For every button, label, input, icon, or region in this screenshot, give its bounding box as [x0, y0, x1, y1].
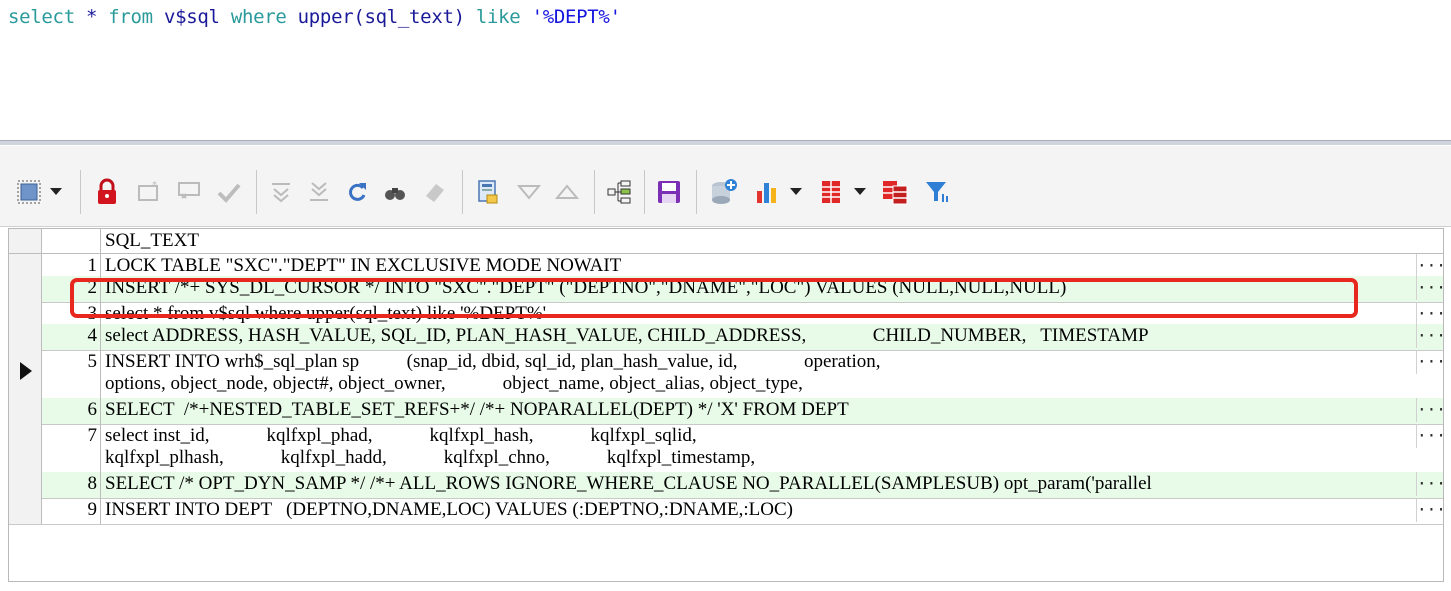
table-row[interactable]: 6 SELECT /*+NESTED_TABLE_SET_REFS+*/ /*+ …: [9, 398, 1443, 425]
sql-text-line: options, object_node, object#, object_ow…: [105, 373, 803, 394]
svg-text:*: *: [152, 180, 157, 191]
sql-text-cell[interactable]: SELECT /* OPT_DYN_SAMP */ /*+ ALL_ROWS I…: [105, 472, 1415, 498]
grid-red-icon[interactable]: [814, 176, 848, 208]
row-gutter[interactable]: [9, 472, 42, 498]
refresh-icon[interactable]: [340, 176, 374, 208]
down-first-icon[interactable]: [264, 176, 298, 208]
dropdown-arrow-icon[interactable]: [46, 176, 66, 208]
dropdown-arrow-icon[interactable]: [786, 176, 806, 208]
header-gutter: [9, 229, 42, 253]
header-rownum: [41, 229, 101, 253]
table-row[interactable]: 5 INSERT INTO wrh$_sql_plan sp (snap_id, …: [9, 350, 1443, 399]
sql-text-cell[interactable]: LOCK TABLE "SXC"."DEPT" IN EXCLUSIVE MOD…: [105, 254, 1415, 276]
table-row[interactable]: 4 select ADDRESS, HASH_VALUE, SQL_ID, PLA…: [9, 324, 1443, 351]
highlight-box: [70, 278, 1358, 318]
row-number: 1: [41, 254, 101, 276]
sql-text-line: SELECT /*+NESTED_TABLE_SET_REFS+*/ /*+ N…: [105, 399, 849, 420]
down-last-icon[interactable]: [302, 176, 336, 208]
row-gutter[interactable]: [9, 324, 42, 350]
new-record-icon[interactable]: *: [132, 176, 166, 208]
column-header-sql-text[interactable]: SQL_TEXT: [105, 229, 1415, 253]
row-gutter[interactable]: [9, 254, 42, 276]
sql-text-line: LOCK TABLE "SXC"."DEPT" IN EXCLUSIVE MOD…: [105, 255, 622, 276]
eraser-icon[interactable]: [418, 176, 452, 208]
row-gutter[interactable]: [9, 424, 42, 472]
expand-cell-button[interactable]: ···: [1416, 324, 1443, 348]
table-row[interactable]: 8 SELECT /* OPT_DYN_SAMP */ /*+ ALL_ROWS …: [9, 472, 1443, 499]
sql-star: *: [74, 6, 109, 28]
bar-chart-icon[interactable]: [750, 176, 784, 208]
filter-icon[interactable]: [920, 176, 954, 208]
comment-icon[interactable]: [172, 176, 206, 208]
select-all-icon[interactable]: [12, 176, 46, 208]
table-row[interactable]: 9 INSERT INTO DEPT (DEPTNO,DNAME,LOC) VAL…: [9, 498, 1443, 525]
expand-cell-button[interactable]: ···: [1416, 472, 1443, 496]
row-number: 9: [41, 498, 101, 524]
expand-cell-button[interactable]: ···: [1416, 254, 1443, 278]
lock-icon[interactable]: [90, 176, 124, 208]
kw-like: like: [475, 6, 521, 28]
row-gutter[interactable]: [9, 276, 42, 302]
row-number: 8: [41, 472, 101, 498]
sql-text-cell[interactable]: INSERT INTO DEPT (DEPTNO,DNAME,LOC) VALU…: [105, 498, 1415, 524]
sql-text-line: INSERT INTO DEPT (DEPTNO,DNAME,LOC) VALU…: [105, 499, 793, 520]
grid-header: SQL_TEXT: [9, 229, 1443, 254]
splitter[interactable]: [0, 140, 1451, 145]
expand-cell-button[interactable]: ···: [1416, 350, 1443, 374]
sql-text-line: select inst_id, kqlfxpl_phad, kqlfxpl_ha…: [105, 425, 697, 446]
expand-cell-button[interactable]: ···: [1416, 302, 1443, 326]
sql-text-cell[interactable]: select inst_id, kqlfxpl_phad, kqlfxpl_ha…: [105, 424, 1415, 472]
row-gutter[interactable]: [9, 302, 42, 324]
kw-from: from: [108, 6, 153, 28]
expand-cell-button[interactable]: ···: [1416, 276, 1443, 300]
row-number: 4: [41, 324, 101, 350]
sql-query-text[interactable]: select * from v$sql where upper(sql_text…: [8, 6, 621, 28]
row-number: 6: [41, 398, 101, 424]
export-icon[interactable]: [470, 176, 504, 208]
expand-cell-button[interactable]: ···: [1416, 424, 1443, 448]
row-gutter[interactable]: [9, 350, 42, 398]
sql-text-cell[interactable]: SELECT /*+NESTED_TABLE_SET_REFS+*/ /*+ N…: [105, 398, 1415, 424]
check-icon[interactable]: [212, 176, 246, 208]
row-gutter[interactable]: [9, 398, 42, 424]
table-row[interactable]: 7 select inst_id, kqlfxpl_phad, kqlfxpl_h…: [9, 424, 1443, 473]
sql-text-line: kqlfxpl_plhash, kqlfxpl_hadd, kqlfxpl_ch…: [105, 447, 756, 468]
sql-text-cell[interactable]: select ADDRESS, HASH_VALUE, SQL_ID, PLAN…: [105, 324, 1415, 350]
sql-func: upper(sql_text): [286, 6, 476, 28]
find-icon[interactable]: [378, 176, 412, 208]
sql-table: v$sql: [152, 6, 231, 28]
sql-string: '%DEPT%': [531, 6, 621, 28]
sql-text-line: INSERT INTO wrh$_sql_plan sp (snap_id, d…: [105, 351, 881, 372]
current-row-icon: [20, 362, 32, 380]
database-icon[interactable]: [704, 176, 744, 208]
sort-up-icon[interactable]: [550, 176, 584, 208]
sql-text-line: select ADDRESS, HASH_VALUE, SQL_ID, PLAN…: [105, 325, 1149, 346]
kw-where: where: [230, 6, 287, 28]
row-number: 7: [41, 424, 101, 472]
row-number: 5: [41, 350, 101, 398]
result-toolbar: *: [0, 146, 1451, 227]
save-icon[interactable]: [652, 176, 686, 208]
copy-red-icon[interactable]: [878, 176, 912, 208]
sql-text-cell[interactable]: INSERT INTO wrh$_sql_plan sp (snap_id, d…: [105, 350, 1415, 398]
table-row[interactable]: 1 LOCK TABLE "SXC"."DEPT" IN EXCLUSIVE MO…: [9, 254, 1443, 278]
kw-select: select: [8, 6, 75, 28]
sql-editor[interactable]: select * from v$sql where upper(sql_text…: [0, 0, 1451, 130]
expand-cell-button[interactable]: ···: [1416, 498, 1443, 522]
sort-down-icon[interactable]: [512, 176, 546, 208]
expand-cell-button[interactable]: ···: [1416, 398, 1443, 422]
sql-text-line: SELECT /* OPT_DYN_SAMP */ /*+ ALL_ROWS I…: [105, 473, 1152, 494]
dropdown-arrow-icon[interactable]: [850, 176, 870, 208]
sql-space: [520, 6, 531, 28]
row-gutter[interactable]: [9, 498, 42, 524]
tree-icon[interactable]: [602, 176, 636, 208]
